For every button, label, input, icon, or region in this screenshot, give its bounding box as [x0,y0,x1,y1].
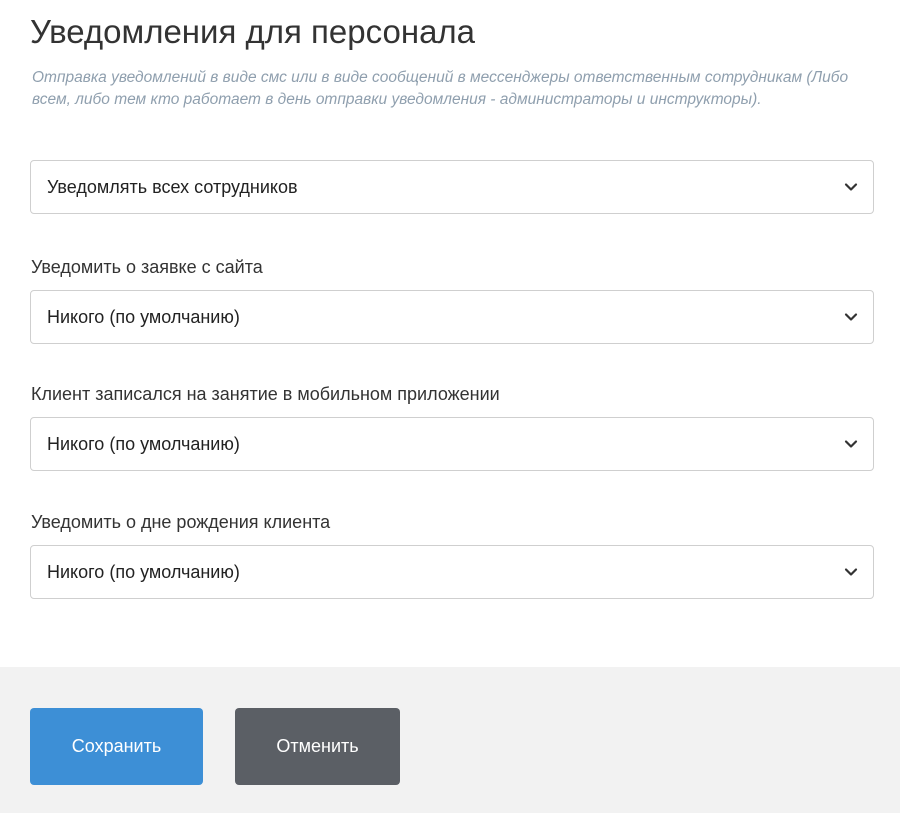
birthday-select-value: Никого (по умолчанию) [47,562,240,582]
site-request-select-value: Никого (по умолчанию) [47,307,240,327]
staff-notifications-page: Уведомления для персонала Отправка уведо… [0,0,900,813]
recipients-select-value: Уведомлять всех сотрудников [47,177,298,197]
mobile-booking-label: Клиент записался на занятие в мобильном … [31,384,500,404]
save-button[interactable]: Сохранить [30,708,203,785]
birthday-select[interactable]: Никого (по умолчанию) [30,545,874,599]
birthday-label: Уведомить о дне рождения клиента [31,512,331,532]
section-description: Отправка уведомлений в виде смс или в ви… [32,69,849,108]
page-title: Уведомления для персонала [30,13,476,50]
chevron-down-icon [844,313,858,321]
mobile-booking-select-value: Никого (по умолчанию) [47,434,240,454]
cancel-button[interactable]: Отменить [235,708,400,785]
settings-panel: Уведомления для персонала Отправка уведо… [0,0,900,667]
form-footer: Сохранить Отменить [0,667,900,813]
recipients-select[interactable]: Уведомлять всех сотрудников [30,160,874,214]
chevron-down-icon [844,183,858,191]
chevron-down-icon [844,440,858,448]
site-request-select[interactable]: Никого (по умолчанию) [30,290,874,344]
mobile-booking-select[interactable]: Никого (по умолчанию) [30,417,874,471]
chevron-down-icon [844,568,858,576]
site-request-label: Уведомить о заявке с сайта [31,257,263,277]
